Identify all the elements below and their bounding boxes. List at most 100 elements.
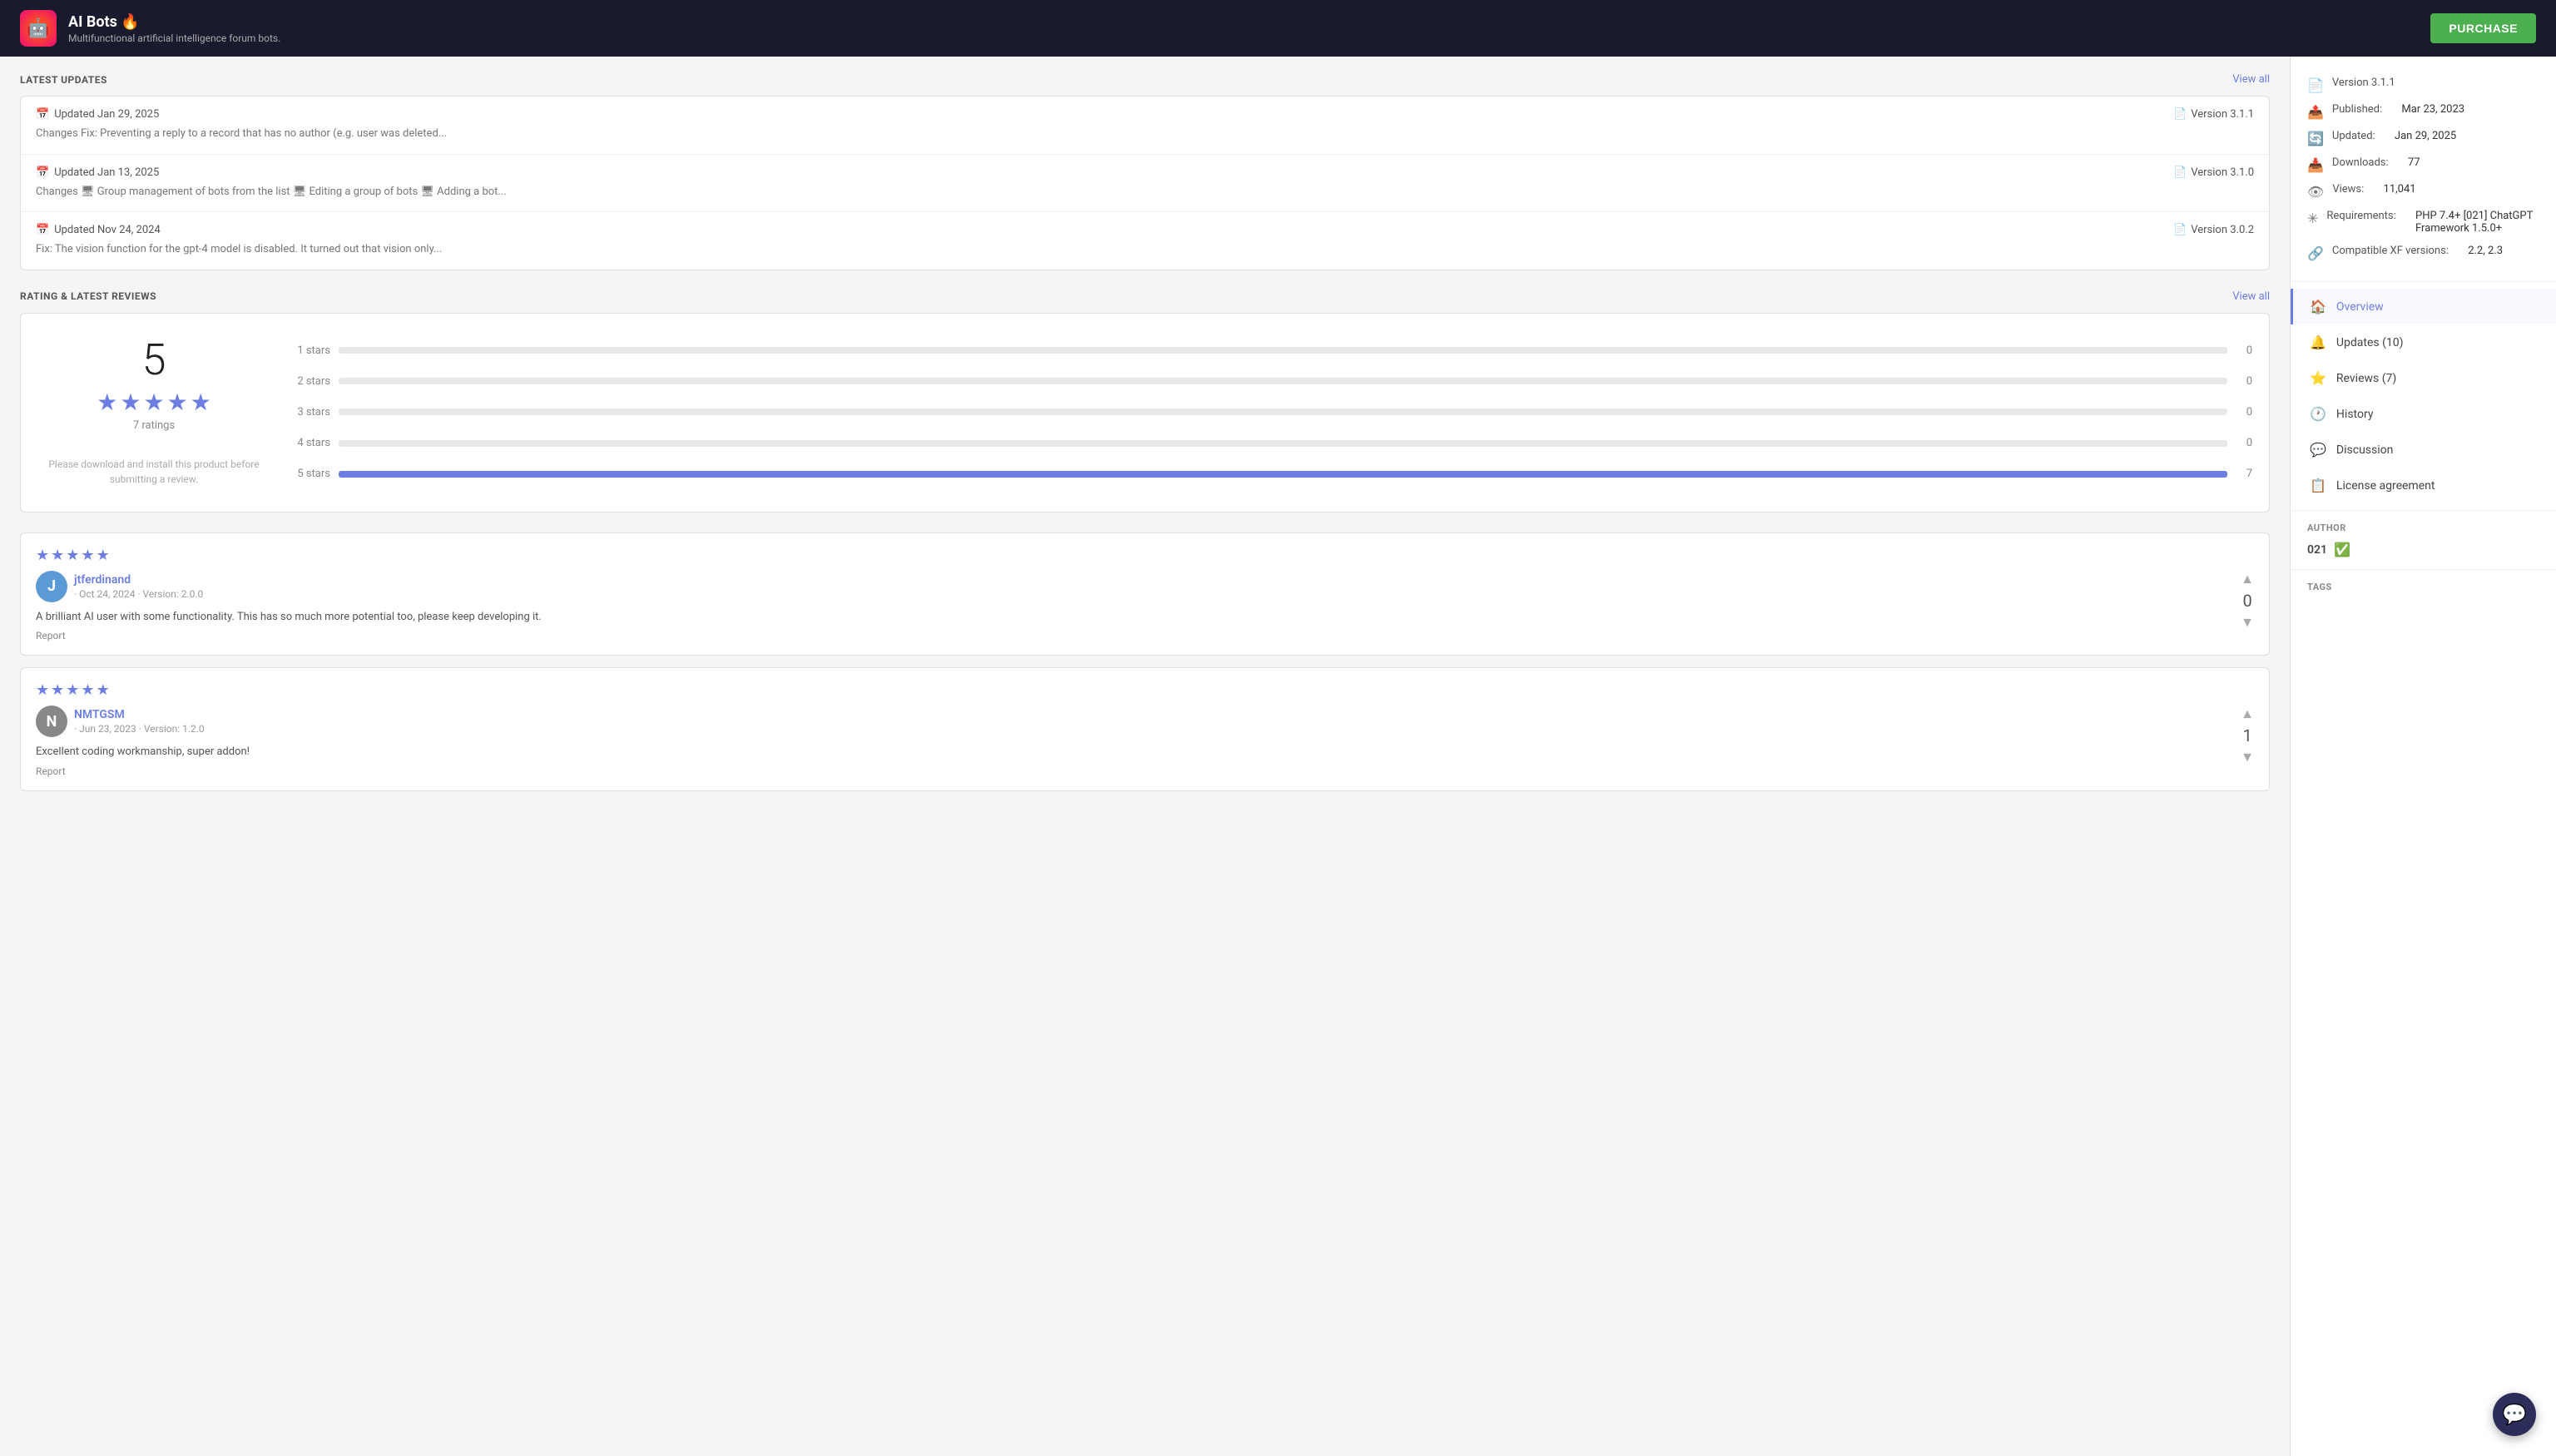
review-body: A brilliant AI user with some functional… <box>36 609 2241 642</box>
views-label: Views: <box>2332 183 2364 196</box>
sidebar-item-reviews[interactable]: ⭐ Reviews (7) <box>2291 360 2556 396</box>
star-5: ★ <box>191 389 211 416</box>
rating-average: 5 <box>142 339 166 382</box>
reviewer-meta: · Oct 24, 2024 · Version: 2.0.0 <box>74 588 203 600</box>
review-star: ★ <box>36 681 49 699</box>
header-left: 🤖 AI Bots 🔥 Multifunctional artificial i… <box>20 10 280 47</box>
downloads-label: Downloads: <box>2332 156 2389 169</box>
rating-download-note: Please download and install this product… <box>37 457 270 487</box>
update-date: 📅 Updated Jan 13, 2025 <box>36 166 159 179</box>
updates-view-all[interactable]: View all <box>2232 73 2270 86</box>
bar-row: 1 stars 0 <box>287 344 2252 357</box>
bar-fill <box>339 471 2227 478</box>
published-label: Published: <box>2332 103 2382 116</box>
history-nav-icon: 🕐 <box>2310 406 2326 422</box>
review-text: A brilliant AI user with some functional… <box>36 609 2241 626</box>
rating-bars: 1 stars 0 2 stars 0 3 stars 0 4 stars 0 … <box>287 330 2252 495</box>
reviewer-avatar: N <box>36 706 67 737</box>
updates-card: 📅 Updated Jan 29, 2025 📄 Version 3.1.1 C… <box>20 96 2270 270</box>
author-label: AUTHOR <box>2307 522 2539 533</box>
update-version: 📄 Version 3.1.0 <box>2173 166 2254 179</box>
star-2: ★ <box>120 389 141 416</box>
review-left: N NMTGSM · Jun 23, 2023 · Version: 1.2.0… <box>36 706 2241 777</box>
vote-down-arrow[interactable]: ▼ <box>2241 614 2254 631</box>
updated-value: Jan 29, 2025 <box>2395 130 2456 142</box>
app-title: AI Bots 🔥 <box>68 13 280 31</box>
report-link[interactable]: Report <box>36 765 2241 777</box>
review-row: N NMTGSM · Jun 23, 2023 · Version: 1.2.0… <box>36 706 2254 777</box>
chat-fab[interactable]: 💬 <box>2493 1393 2536 1436</box>
vote-up-arrow[interactable]: ▲ <box>2241 706 2254 722</box>
meta-views: 👁 Views: 11,041 <box>2307 178 2539 205</box>
meta-downloads: 📥 Downloads: 77 <box>2307 151 2539 178</box>
updates-nav-icon: 🔔 <box>2310 334 2326 350</box>
bar-row: 5 stars 7 <box>287 468 2252 480</box>
review-star: ★ <box>51 681 64 699</box>
author-name[interactable]: 021 <box>2307 543 2327 557</box>
reviewer-name[interactable]: NMTGSM <box>74 708 125 721</box>
meta-compatible: 🔗 Compatible XF versions: 2.2, 2.3 <box>2307 240 2539 266</box>
review-star: ★ <box>51 547 64 564</box>
sidebar-nav: 🏠 Overview 🔔 Updates (10) ⭐ Reviews (7) … <box>2291 282 2556 511</box>
review-star: ★ <box>97 681 110 699</box>
sidebar-item-history[interactable]: 🕐 History <box>2291 396 2556 432</box>
updated-icon: 🔄 <box>2307 131 2324 146</box>
vote-down-arrow[interactable]: ▼ <box>2241 749 2254 765</box>
bar-row: 3 stars 0 <box>287 406 2252 418</box>
update-date: 📅 Updated Nov 24, 2024 <box>36 224 161 236</box>
header-info: AI Bots 🔥 Multifunctional artificial int… <box>68 13 280 44</box>
star-4: ★ <box>167 389 188 416</box>
downloads-icon: 📥 <box>2307 157 2324 173</box>
bar-track <box>339 471 2227 478</box>
vote-up-arrow[interactable]: ▲ <box>2241 571 2254 587</box>
reviewer-info-block: NMTGSM · Jun 23, 2023 · Version: 1.2.0 <box>74 708 205 735</box>
update-version: 📄 Version 3.0.2 <box>2173 224 2254 236</box>
meta-updated: 🔄 Updated: Jan 29, 2025 <box>2307 125 2539 151</box>
review-star: ★ <box>66 681 79 699</box>
review-left: J jtferdinand · Oct 24, 2024 · Version: … <box>36 571 2241 642</box>
author-verified-icon: ✅ <box>2334 542 2350 557</box>
purchase-button[interactable]: PURCHASE <box>2430 13 2536 43</box>
sidebar-item-updates[interactable]: 🔔 Updates (10) <box>2291 324 2556 360</box>
rating-stars: ★ ★ ★ ★ ★ <box>97 389 211 416</box>
rating-section-header: RATING & LATEST REVIEWS View all <box>20 290 2270 303</box>
reviewer-info-block: jtferdinand · Oct 24, 2024 · Version: 2.… <box>74 573 203 600</box>
review-row: J jtferdinand · Oct 24, 2024 · Version: … <box>36 571 2254 642</box>
star-3: ★ <box>143 389 164 416</box>
review-item: ★★★★★ J jtferdinand · Oct 24, 2024 · Ver… <box>20 532 2270 656</box>
sidebar-meta: 📄 Version 3.1.1 📤 Published: Mar 23, 202… <box>2291 57 2556 282</box>
review-body: Excellent coding workmanship, super addo… <box>36 744 2241 777</box>
update-item: 📅 Updated Jan 13, 2025 📄 Version 3.1.0 C… <box>21 155 2269 213</box>
review-star: ★ <box>36 547 49 564</box>
bar-row: 2 stars 0 <box>287 375 2252 388</box>
review-meta: J jtferdinand · Oct 24, 2024 · Version: … <box>36 571 2241 602</box>
tags-label: TAGS <box>2307 582 2539 592</box>
update-item: 📅 Updated Jan 29, 2025 📄 Version 3.1.1 C… <box>21 97 2269 155</box>
sidebar-item-overview[interactable]: 🏠 Overview <box>2291 289 2556 324</box>
rating-left: 5 ★ ★ ★ ★ ★ 7 ratings Please download an… <box>37 330 270 495</box>
bar-track <box>339 347 2227 354</box>
meta-published: 📤 Published: Mar 23, 2023 <box>2307 98 2539 125</box>
bar-label: 2 stars <box>287 375 330 388</box>
sidebar-item-discussion[interactable]: 💬 Discussion <box>2291 432 2556 468</box>
compatible-value: 2.2, 2.3 <box>2468 245 2503 257</box>
overview-nav-label: Overview <box>2336 300 2384 314</box>
report-link[interactable]: Report <box>36 630 2241 641</box>
published-icon: 📤 <box>2307 104 2324 120</box>
main-content: LATEST UPDATES View all 📅 Updated Jan 29… <box>0 57 2290 1456</box>
rating-view-all[interactable]: View all <box>2232 290 2270 303</box>
layout: LATEST UPDATES View all 📅 Updated Jan 29… <box>0 57 2556 1456</box>
meta-version: 📄 Version 3.1.1 <box>2307 72 2539 98</box>
reviewer-name[interactable]: jtferdinand <box>74 573 131 587</box>
views-icon: 👁 <box>2307 184 2324 200</box>
update-date: 📅 Updated Jan 29, 2025 <box>36 108 159 121</box>
rating-inner: 5 ★ ★ ★ ★ ★ 7 ratings Please download an… <box>37 330 2252 495</box>
compatible-label: Compatible XF versions: <box>2332 245 2449 257</box>
update-item: 📅 Updated Nov 24, 2024 📄 Version 3.0.2 F… <box>21 212 2269 270</box>
review-stars: ★★★★★ <box>36 681 2254 699</box>
sidebar-item-license[interactable]: 📋 License agreement <box>2291 468 2556 503</box>
version-icon: 📄 <box>2307 77 2324 93</box>
rating-card: 5 ★ ★ ★ ★ ★ 7 ratings Please download an… <box>20 313 2270 513</box>
version-label: Version 3.1.1 <box>2332 77 2395 89</box>
review-text: Excellent coding workmanship, super addo… <box>36 744 2241 760</box>
